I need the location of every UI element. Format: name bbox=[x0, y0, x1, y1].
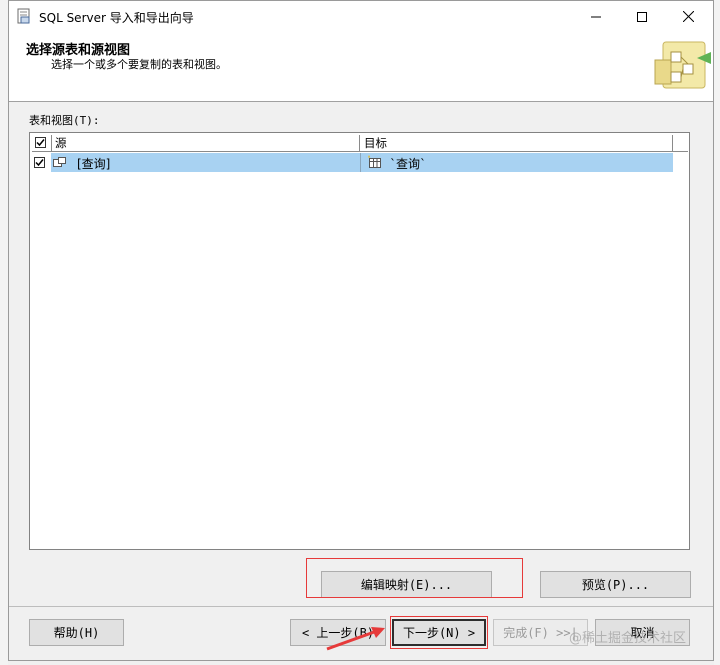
table-row[interactable]: [查询] `查询` bbox=[51, 153, 673, 172]
background-window-edge bbox=[714, 0, 720, 665]
tables-views-grid[interactable]: 源 目标 [查询] `查询` bbox=[29, 132, 690, 550]
column-header-source[interactable]: 源 bbox=[52, 135, 360, 152]
column-divider bbox=[360, 153, 361, 172]
close-icon bbox=[682, 11, 694, 22]
select-all-checkbox[interactable] bbox=[35, 137, 46, 148]
background-window-edge bbox=[0, 0, 8, 665]
app-icon bbox=[17, 8, 31, 24]
wizard-window: SQL Server 导入和导出向导 选择源表和源视图 选择一个或多个要复制的表… bbox=[8, 0, 714, 661]
close-button[interactable] bbox=[665, 1, 711, 32]
destination-cell: `查询` bbox=[390, 157, 427, 171]
next-button[interactable]: 下一步(N) > bbox=[392, 619, 486, 646]
header-filler bbox=[673, 135, 688, 152]
minimize-button[interactable] bbox=[573, 1, 619, 32]
edit-mappings-button[interactable]: 编辑映射(E)... bbox=[321, 571, 492, 598]
row-checkbox[interactable] bbox=[34, 157, 45, 168]
minimize-icon bbox=[591, 16, 601, 17]
preview-button[interactable]: 预览(P)... bbox=[540, 571, 691, 598]
header-checkbox-cell bbox=[32, 135, 52, 152]
tables-views-label: 表和视图(T): bbox=[29, 114, 100, 127]
footer-separator bbox=[9, 606, 713, 607]
check-icon bbox=[35, 159, 44, 167]
window-title: SQL Server 导入和导出向导 bbox=[39, 11, 194, 25]
new-table-icon bbox=[368, 155, 381, 168]
column-header-destination[interactable]: 目标 bbox=[360, 135, 673, 152]
check-icon bbox=[36, 139, 45, 147]
maximize-icon bbox=[637, 11, 647, 22]
wizard-header: 选择源表和源视图 选择一个或多个要复制的表和视图。 bbox=[9, 32, 713, 102]
annotation-arrow-icon bbox=[326, 627, 385, 651]
title-bar: SQL Server 导入和导出向导 bbox=[9, 1, 713, 32]
watermark: @稀土掘金技术社区 bbox=[569, 631, 687, 646]
maximize-button[interactable] bbox=[619, 1, 665, 32]
query-icon bbox=[53, 157, 66, 167]
wizard-graphic-icon bbox=[654, 41, 711, 89]
page-subtitle: 选择一个或多个要复制的表和视图。 bbox=[51, 58, 227, 71]
help-button[interactable]: 帮助(H) bbox=[29, 619, 124, 646]
source-cell: [查询] bbox=[77, 157, 111, 171]
